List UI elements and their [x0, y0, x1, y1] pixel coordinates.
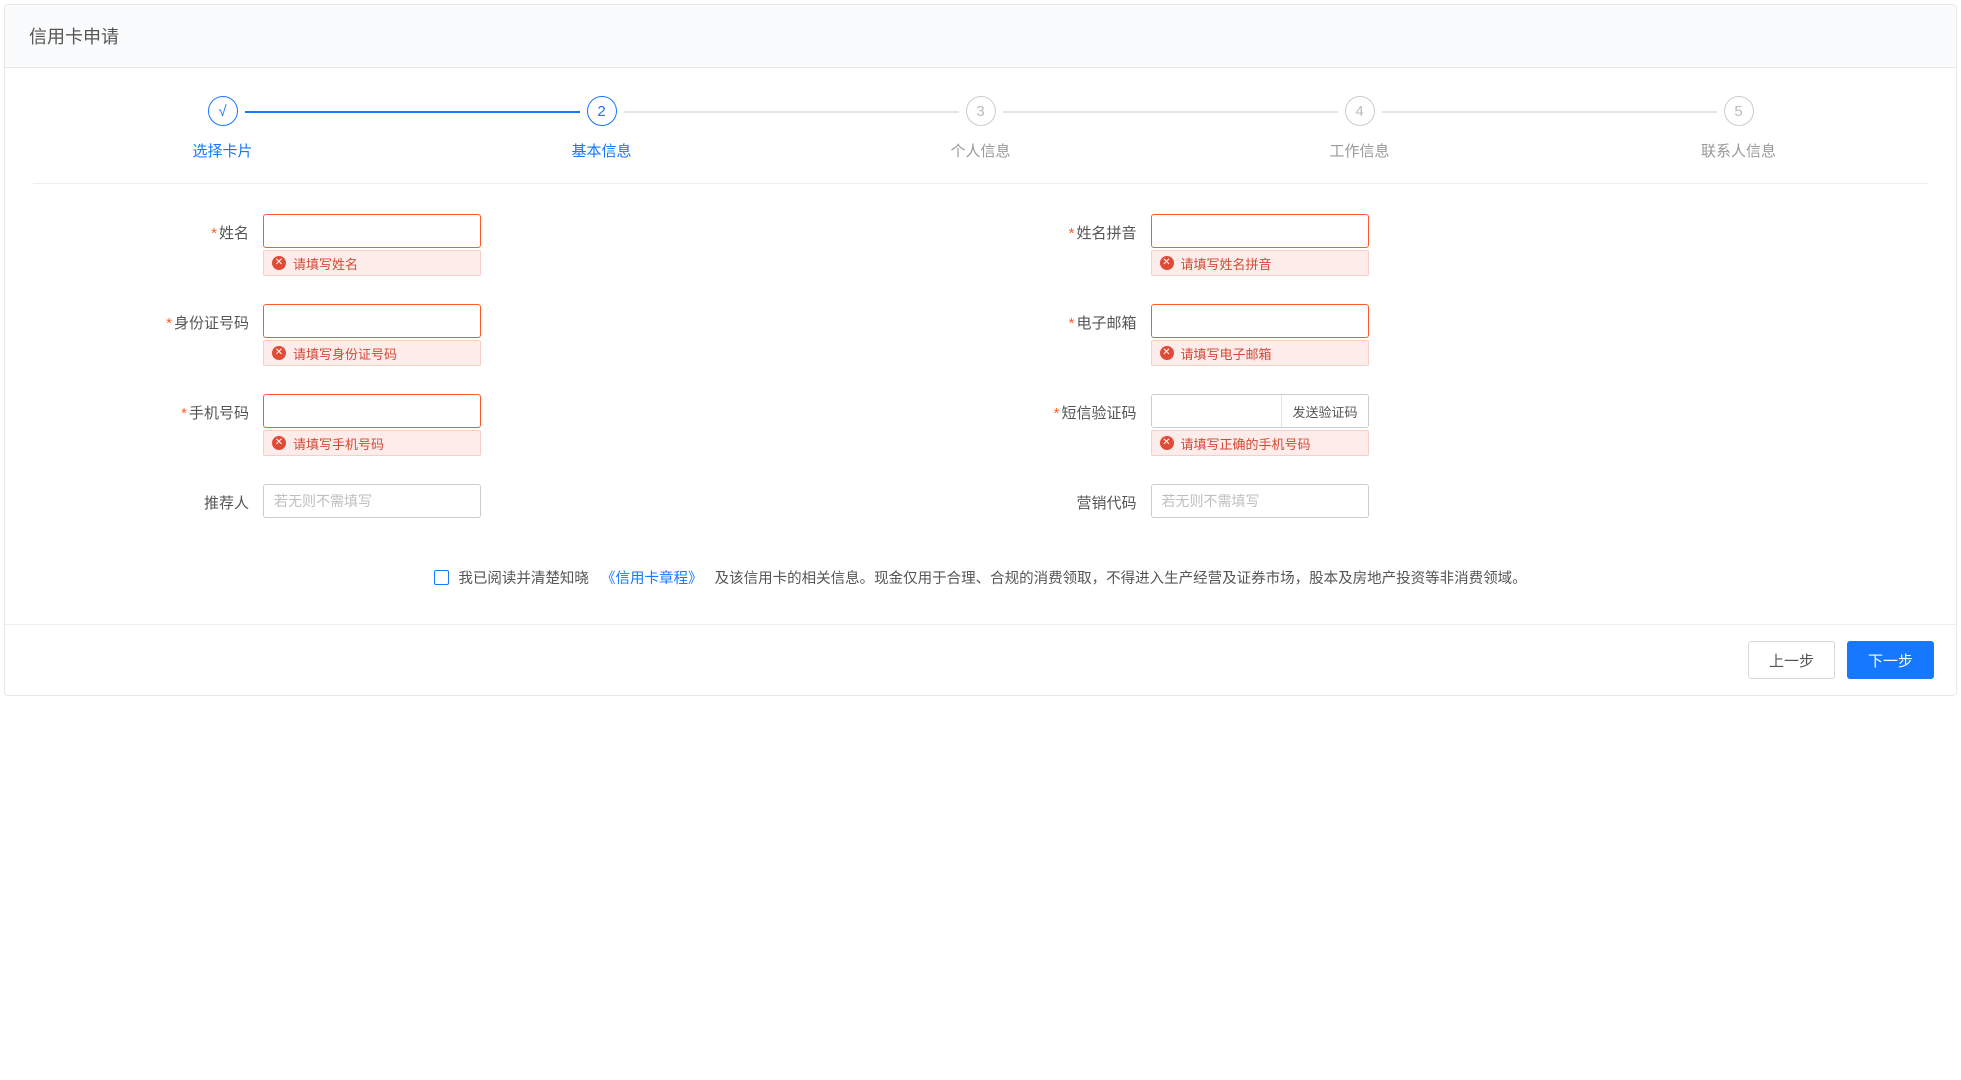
form-row: *姓名 ✕ 请填写姓名 *姓名拼音 ✕: [133, 214, 1868, 248]
check-icon: √: [208, 96, 238, 126]
form-item-market-code: 营销代码: [1021, 484, 1869, 518]
error-tag: ✕ 请填写手机号码: [263, 430, 481, 456]
step-label: 选择卡片: [192, 140, 252, 161]
step-personal-info[interactable]: 3 个人信息: [791, 96, 1170, 161]
next-step-button[interactable]: 下一步: [1847, 641, 1934, 679]
step-contact-info[interactable]: 5 联系人信息: [1549, 96, 1928, 161]
label-name-pinyin: *姓名拼音: [1021, 214, 1151, 243]
page-title: 信用卡申请: [29, 23, 1932, 49]
error-icon: ✕: [1160, 346, 1174, 360]
step-basic-info[interactable]: 2 基本信息: [412, 96, 791, 161]
label-name: *姓名: [133, 214, 263, 243]
credit-card-apply-card: 信用卡申请 √ 选择卡片 2 基本信息 3 个人信息 4 工作信息: [4, 4, 1957, 696]
form-item-email: *电子邮箱 ✕ 请填写电子邮箱: [1021, 304, 1869, 338]
error-tag: ✕ 请填写电子邮箱: [1151, 340, 1369, 366]
name-input[interactable]: [263, 214, 481, 248]
form-item-name-pinyin: *姓名拼音 ✕ 请填写姓名拼音: [1021, 214, 1869, 248]
label-referrer: 推荐人: [133, 484, 263, 513]
label-market-code: 营销代码: [1021, 484, 1151, 513]
step-number-icon: 3: [966, 96, 996, 126]
sms-code-input[interactable]: [1152, 395, 1282, 427]
card-body: √ 选择卡片 2 基本信息 3 个人信息 4 工作信息 5 联系人信息: [5, 68, 1956, 624]
step-connector: [1003, 111, 1338, 113]
form-item-referrer: 推荐人: [133, 484, 981, 518]
prev-step-button[interactable]: 上一步: [1748, 641, 1835, 679]
form-item-phone: *手机号码 ✕ 请填写手机号码: [133, 394, 981, 428]
step-connector: [1382, 111, 1717, 113]
name-pinyin-input[interactable]: [1151, 214, 1369, 248]
form-row: 推荐人 营销代码: [133, 484, 1868, 518]
label-email: *电子邮箱: [1021, 304, 1151, 333]
form-item-id-number: *身份证号码 ✕ 请填写身份证号码: [133, 304, 981, 338]
agreement-row: 我已阅读并清楚知晓 《信用卡章程》 及该信用卡的相关信息。现金仅用于合理、合规的…: [33, 556, 1928, 616]
form-row: *手机号码 ✕ 请填写手机号码 *短信验证码 发送验证码: [133, 394, 1868, 428]
agreement-checkbox[interactable]: [434, 570, 449, 585]
error-tag: ✕ 请填写姓名: [263, 250, 481, 276]
form-row: *身份证号码 ✕ 请填写身份证号码 *电子邮箱 ✕: [133, 304, 1868, 338]
step-label: 基本信息: [571, 140, 631, 161]
step-number-icon: 5: [1724, 96, 1754, 126]
card-header: 信用卡申请: [5, 5, 1956, 68]
form-item-sms-code: *短信验证码 发送验证码 ✕ 请填写正确的手机号码: [1021, 394, 1869, 428]
error-text: 请填写手机号码: [293, 434, 384, 453]
label-phone: *手机号码: [133, 394, 263, 423]
error-tag: ✕ 请填写姓名拼音: [1151, 250, 1369, 276]
error-tag: ✕ 请填写身份证号码: [263, 340, 481, 366]
phone-input[interactable]: [263, 394, 481, 428]
send-code-button[interactable]: 发送验证码: [1281, 395, 1367, 427]
email-input[interactable]: [1151, 304, 1369, 338]
error-icon: ✕: [1160, 256, 1174, 270]
error-text: 请填写电子邮箱: [1181, 344, 1272, 363]
card-footer: 上一步 下一步: [5, 624, 1956, 695]
error-icon: ✕: [272, 436, 286, 450]
step-label: 联系人信息: [1701, 140, 1776, 161]
step-connector: [624, 111, 959, 113]
agreement-text: 我已阅读并清楚知晓 《信用卡章程》 及该信用卡的相关信息。现金仅用于合理、合规的…: [458, 566, 1526, 592]
step-number-icon: 4: [1345, 96, 1375, 126]
error-icon: ✕: [272, 346, 286, 360]
referrer-input[interactable]: [263, 484, 481, 518]
step-number-icon: 2: [587, 96, 617, 126]
error-text: 请填写身份证号码: [293, 344, 397, 363]
id-number-input[interactable]: [263, 304, 481, 338]
step-select-card[interactable]: √ 选择卡片: [33, 96, 412, 161]
step-work-info[interactable]: 4 工作信息: [1170, 96, 1549, 161]
form-item-name: *姓名 ✕ 请填写姓名: [133, 214, 981, 248]
error-text: 请填写姓名: [293, 254, 358, 273]
error-icon: ✕: [272, 256, 286, 270]
label-id-number: *身份证号码: [133, 304, 263, 333]
step-connector: [245, 111, 580, 113]
error-text: 请填写姓名拼音: [1181, 254, 1272, 273]
agreement-link[interactable]: 《信用卡章程》: [601, 571, 703, 587]
form-area: *姓名 ✕ 请填写姓名 *姓名拼音 ✕: [33, 184, 1928, 556]
sms-input-group: 发送验证码: [1151, 394, 1369, 428]
error-icon: ✕: [1160, 436, 1174, 450]
step-label: 工作信息: [1329, 140, 1389, 161]
steps-bar: √ 选择卡片 2 基本信息 3 个人信息 4 工作信息 5 联系人信息: [33, 88, 1928, 184]
label-sms-code: *短信验证码: [1021, 394, 1151, 423]
market-code-input[interactable]: [1151, 484, 1369, 518]
error-text: 请填写正确的手机号码: [1181, 434, 1311, 453]
step-label: 个人信息: [950, 140, 1010, 161]
error-tag: ✕ 请填写正确的手机号码: [1151, 430, 1369, 456]
